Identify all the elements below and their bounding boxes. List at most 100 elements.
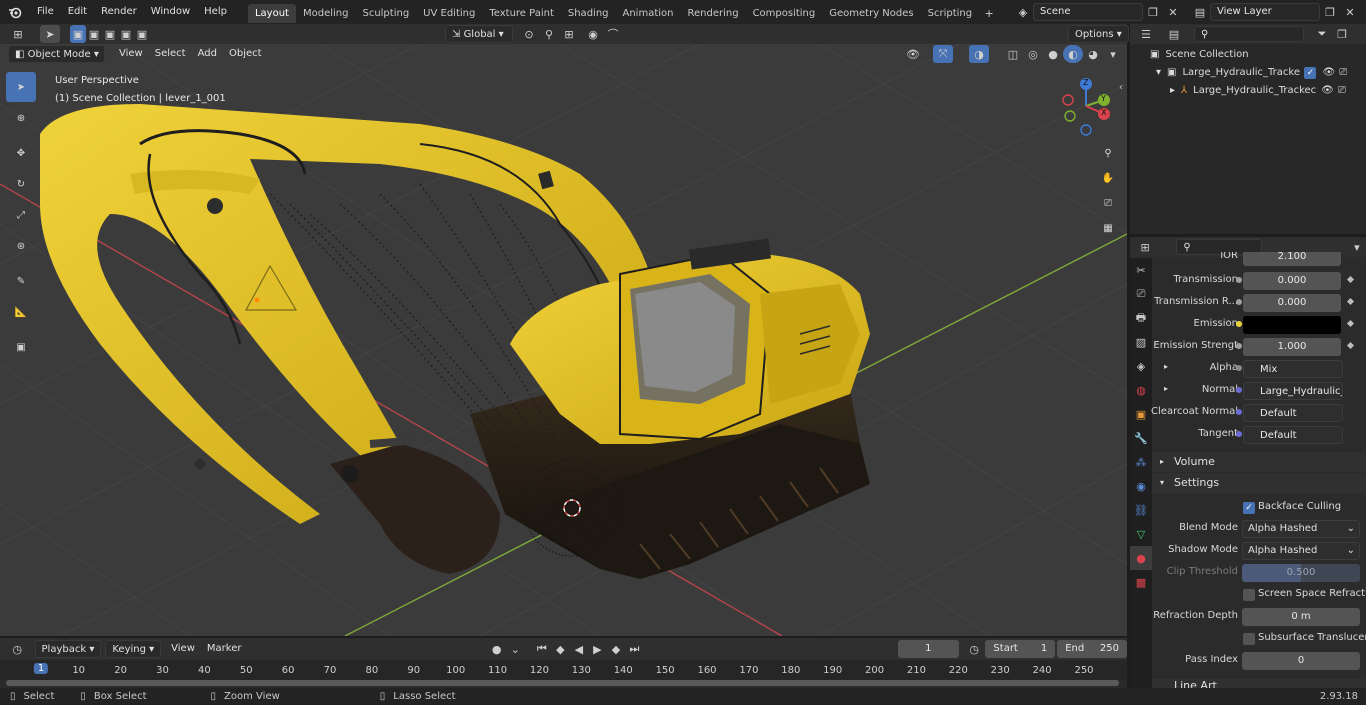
- socket-dot-icon[interactable]: [1236, 299, 1242, 305]
- shadow-mode-dropdown[interactable]: Alpha Hashed ⌄: [1242, 542, 1360, 560]
- tab-scene-icon[interactable]: ◈: [1130, 354, 1152, 378]
- clearcoat-normal-field[interactable]: Default: [1243, 404, 1343, 422]
- vector-socket-icon[interactable]: [1236, 409, 1242, 415]
- expand-arrow-icon[interactable]: ▸: [1164, 384, 1168, 393]
- current-frame-field[interactable]: 1: [897, 640, 959, 658]
- ssr-checkbox[interactable]: [1243, 589, 1255, 601]
- tab-constraints-icon[interactable]: ⛓: [1130, 498, 1152, 522]
- prop-ior-field[interactable]: 2.100: [1243, 252, 1341, 266]
- tab-output-icon[interactable]: 🖶: [1130, 306, 1152, 330]
- select-mode-invert-icon[interactable]: ▣: [118, 25, 134, 43]
- tab-render-icon[interactable]: ⎚: [1130, 282, 1152, 306]
- new-scene-icon[interactable]: ❐: [1143, 3, 1163, 21]
- sidebar-toggle-icon[interactable]: ‹: [1119, 82, 1123, 93]
- select-mode-intersect-icon[interactable]: ▣: [134, 25, 150, 43]
- jump-start-icon[interactable]: ⏮: [533, 640, 552, 658]
- normal-link-field[interactable]: Large_Hydraulic_Tra...: [1243, 382, 1343, 400]
- menu-window[interactable]: Window: [144, 0, 197, 24]
- keyframe-icon[interactable]: [1346, 319, 1355, 328]
- expand-arrow-icon[interactable]: ▸: [1164, 362, 1168, 371]
- prev-keyframe-icon[interactable]: ◆: [551, 640, 570, 658]
- tool-select-box-icon[interactable]: ➤: [6, 72, 36, 102]
- clip-threshold-slider[interactable]: 0.500: [1242, 564, 1360, 582]
- tab-uv-editing[interactable]: UV Editing: [416, 4, 482, 23]
- tab-texture-icon[interactable]: ▩: [1130, 570, 1152, 594]
- render-camera-icon[interactable]: ⎚: [1339, 64, 1347, 82]
- visibility-eye-icon[interactable]: 👁: [1321, 82, 1334, 100]
- tab-layout[interactable]: Layout: [247, 4, 296, 23]
- add-menu[interactable]: Add: [192, 45, 223, 63]
- new-view-layer-icon[interactable]: ❐: [1320, 3, 1340, 21]
- visibility-filter-icon[interactable]: 👁: [903, 45, 923, 63]
- menu-render[interactable]: Render: [94, 0, 144, 24]
- play-icon[interactable]: ▶: [588, 640, 607, 658]
- xray-toggle-icon[interactable]: ◫: [1003, 45, 1023, 63]
- select-mode-new-icon[interactable]: ▣: [70, 25, 86, 43]
- alpha-link-field[interactable]: Mix: [1243, 360, 1343, 378]
- view-layer-icon[interactable]: ▤: [1190, 3, 1210, 21]
- pivot-point-icon[interactable]: ⊙: [519, 25, 539, 43]
- timeline-editor-icon[interactable]: ◷: [8, 640, 27, 658]
- marker-menu[interactable]: Marker: [201, 640, 248, 658]
- backface-culling-checkbox[interactable]: ✓: [1243, 502, 1255, 514]
- transform-orientation-dropdown[interactable]: ⇲ Global ▾: [445, 25, 513, 43]
- tab-data-icon[interactable]: ▽: [1130, 522, 1152, 546]
- tab-scripting[interactable]: Scripting: [921, 4, 979, 23]
- outliner-editor-icon[interactable]: ☰: [1136, 25, 1156, 43]
- tab-world-icon[interactable]: ◍: [1130, 378, 1152, 402]
- timeline-view-menu[interactable]: View: [165, 640, 201, 658]
- tool-add-cube-icon[interactable]: ▣: [6, 332, 36, 362]
- tool-rotate-icon[interactable]: ↻: [6, 169, 36, 199]
- object-menu[interactable]: Object: [223, 45, 268, 63]
- exclude-checkbox[interactable]: ✓: [1304, 67, 1317, 79]
- shading-options-icon[interactable]: ▾: [1103, 45, 1123, 63]
- tab-material-icon[interactable]: ●: [1130, 546, 1152, 570]
- 3d-viewport[interactable]: User Perspective (1) Scene Collection | …: [0, 44, 1127, 636]
- select-tool-icon[interactable]: ➤: [40, 25, 60, 43]
- shading-wireframe-icon[interactable]: ◎: [1023, 45, 1043, 63]
- jump-end-icon[interactable]: ⏭: [625, 640, 644, 658]
- section-settings[interactable]: ▾ Settings: [1152, 473, 1366, 493]
- tab-sculpting[interactable]: Sculpting: [355, 4, 416, 23]
- tool-scale-icon[interactable]: ⤢: [6, 200, 36, 230]
- next-keyframe-icon[interactable]: ◆: [607, 640, 626, 658]
- zoom-icon[interactable]: ⚲: [1097, 142, 1119, 164]
- camera-view-icon[interactable]: ⎚: [1097, 192, 1119, 214]
- keying-menu[interactable]: Keying ▾: [105, 640, 162, 658]
- socket-dot-icon[interactable]: [1236, 343, 1242, 349]
- prop-transmission-field[interactable]: 0.000: [1243, 272, 1341, 290]
- tab-view-layer-icon[interactable]: ▨: [1130, 330, 1152, 354]
- outliner-row-scene-collection[interactable]: ▣ Scene Collection: [1130, 46, 1366, 64]
- shading-solid-icon[interactable]: ●: [1043, 45, 1063, 63]
- pass-index-field[interactable]: 0: [1242, 652, 1360, 670]
- color-socket-icon[interactable]: [1236, 321, 1242, 327]
- preview-range-icon[interactable]: ◷: [965, 640, 984, 658]
- tool-annotate-icon[interactable]: ✎: [6, 266, 36, 296]
- expand-arrow-icon[interactable]: ▸: [1170, 82, 1175, 100]
- tab-physics-icon[interactable]: ◉: [1130, 474, 1152, 498]
- view-menu[interactable]: View: [113, 45, 149, 63]
- tab-rendering[interactable]: Rendering: [680, 4, 745, 23]
- overlay-toggle-icon[interactable]: ◑: [969, 45, 989, 63]
- start-frame-field[interactable]: Start 1: [985, 640, 1056, 658]
- prop-emission-strength-field[interactable]: 1.000: [1243, 338, 1341, 356]
- select-menu[interactable]: Select: [149, 45, 192, 63]
- tab-shading[interactable]: Shading: [561, 4, 616, 23]
- expand-arrow-icon[interactable]: ▾: [1156, 64, 1161, 82]
- add-workspace-icon[interactable]: +: [979, 5, 999, 23]
- tab-object-icon[interactable]: ▣: [1130, 402, 1152, 426]
- menu-file[interactable]: File: [30, 0, 61, 24]
- end-frame-field[interactable]: End 250: [1057, 640, 1127, 658]
- tab-animation[interactable]: Animation: [616, 4, 681, 23]
- timeline-scroll-thumb[interactable]: [6, 680, 1119, 686]
- refraction-depth-field[interactable]: 0 m: [1242, 608, 1360, 626]
- outliner-row-tracked[interactable]: ▸ ⅄ Large_Hydraulic_Trackec 👁 ⎚: [1130, 82, 1366, 100]
- keyframe-icon[interactable]: [1346, 275, 1355, 284]
- tab-particles-icon[interactable]: ⁂: [1130, 450, 1152, 474]
- section-line-art[interactable]: Line Art: [1152, 679, 1366, 688]
- play-reverse-icon[interactable]: ◀: [570, 640, 589, 658]
- proportional-falloff-icon[interactable]: ⌒: [603, 25, 623, 43]
- ortho-grid-icon[interactable]: ▦: [1097, 217, 1119, 239]
- pan-hand-icon[interactable]: ✋: [1097, 167, 1119, 189]
- display-mode-icon[interactable]: ▤: [1164, 25, 1184, 43]
